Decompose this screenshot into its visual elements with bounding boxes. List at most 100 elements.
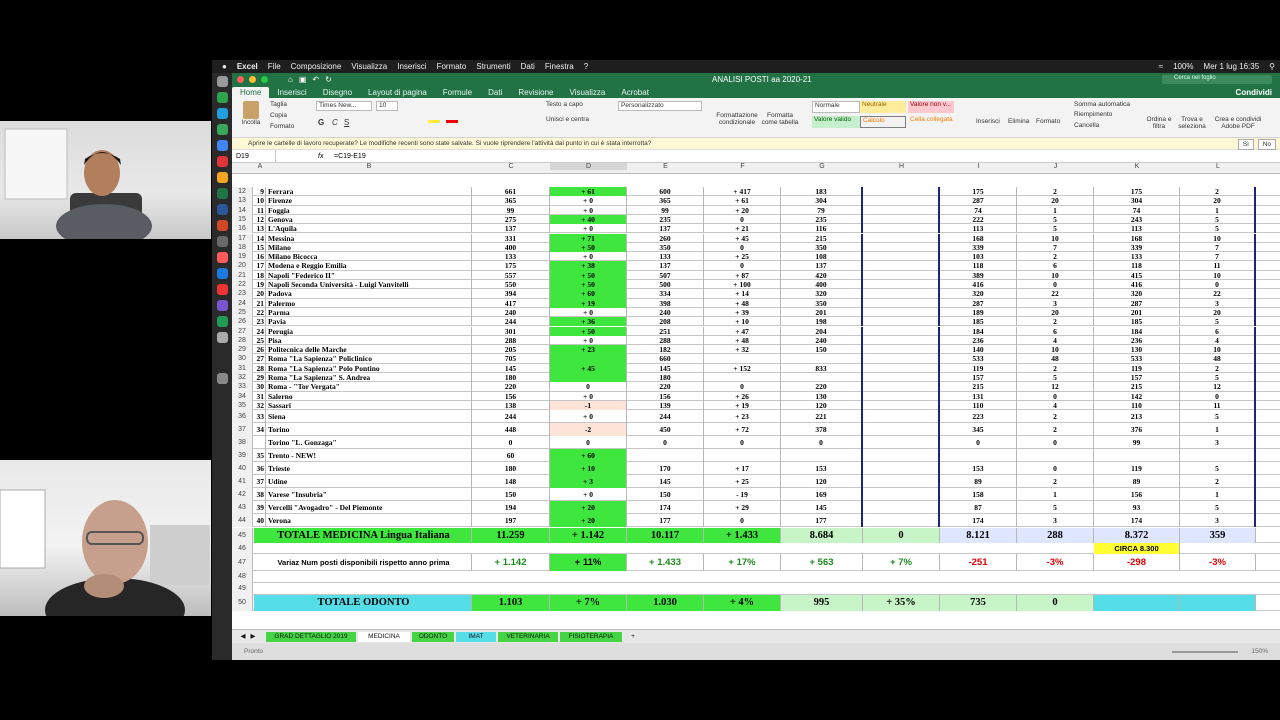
cell-j[interactable]: 20 — [1017, 307, 1094, 318]
sheet-tab[interactable]: ODONTO — [412, 632, 454, 642]
cell-e[interactable]: 177 — [627, 514, 704, 528]
conditional-format-button[interactable]: Formattazione condizionale — [716, 112, 758, 126]
cell-e[interactable]: 170 — [627, 462, 704, 476]
name-box[interactable]: D19 — [236, 150, 276, 163]
undo-icon[interactable]: ↶ — [312, 75, 319, 84]
cell-k[interactable]: -298 — [1094, 554, 1180, 572]
cell-h[interactable] — [863, 187, 940, 197]
cell-a[interactable]: 10 — [254, 196, 266, 206]
facetime-icon[interactable] — [216, 316, 228, 327]
cell-e[interactable]: 350 — [627, 242, 704, 253]
cell-a[interactable]: 28 — [254, 363, 266, 373]
adobe-pdf-button[interactable]: Crea e condividi Adobe PDF — [1212, 116, 1264, 130]
cell-i[interactable]: 153 — [940, 462, 1017, 476]
cell-i[interactable]: 185 — [940, 317, 1017, 327]
style-valore-non-valido[interactable]: Valore non v... — [908, 101, 954, 113]
cell-e[interactable] — [627, 449, 704, 463]
cell-b[interactable]: TOTALE ODONTO — [254, 595, 472, 612]
cell-l[interactable]: 5 — [1180, 224, 1256, 234]
row-number[interactable]: 26 — [232, 317, 253, 327]
cell-a[interactable]: 31 — [254, 391, 266, 401]
column-header-A[interactable]: A — [254, 163, 266, 170]
cell-k[interactable]: 415 — [1094, 270, 1180, 280]
cell-e[interactable]: 156 — [627, 391, 704, 401]
cell-d[interactable]: + 0 — [550, 224, 627, 234]
cell-k[interactable]: 174 — [1094, 514, 1180, 528]
cell-l[interactable]: 2 — [1180, 363, 1256, 373]
cell-k[interactable]: 99 — [1094, 436, 1180, 450]
row-number[interactable]: 25 — [232, 307, 253, 318]
cell-c[interactable]: 394 — [472, 289, 550, 299]
cell-b[interactable]: Foggia — [266, 205, 472, 215]
cell-h[interactable] — [863, 449, 940, 463]
apple-icon[interactable]: ● — [222, 62, 227, 71]
sheet-tab[interactable]: GRAD DETTAGLIO 2019 — [266, 632, 356, 642]
cell-g[interactable]: 183 — [781, 187, 863, 197]
cell-f[interactable]: + 39 — [704, 307, 781, 318]
cell-e[interactable]: 208 — [627, 317, 704, 327]
cell-j[interactable]: 3 — [1017, 298, 1094, 308]
cell-b[interactable]: Perugia — [266, 326, 472, 336]
cell-b[interactable]: Trieste — [266, 462, 472, 476]
cell-d[interactable] — [550, 354, 627, 364]
cell-b[interactable]: Napoli "Federico II" — [266, 270, 472, 280]
cell-d[interactable]: + 0 — [550, 391, 627, 401]
fx-icon[interactable]: fx — [318, 150, 323, 163]
cell-a[interactable]: 21 — [254, 298, 266, 308]
cell-h[interactable] — [863, 233, 940, 243]
cell-b[interactable]: Roma "La Sapienza" S. Andrea — [266, 373, 472, 383]
cell-d[interactable]: + 61 — [550, 187, 627, 197]
cell-l[interactable]: 1 — [1180, 423, 1256, 437]
row-number[interactable]: 30 — [232, 354, 253, 364]
cell-f[interactable]: + 417 — [704, 187, 781, 197]
cell-a[interactable]: 20 — [254, 289, 266, 299]
cell-a[interactable]: 22 — [254, 307, 266, 318]
cell-f[interactable]: + 20 — [704, 205, 781, 215]
cell-b[interactable]: Torino — [266, 423, 472, 437]
wrap-text-button[interactable]: Testo a capo — [546, 101, 583, 108]
cell-j[interactable]: 2 — [1017, 187, 1094, 197]
cell-g[interactable]: 137 — [781, 261, 863, 271]
cell-f[interactable]: - 19 — [704, 488, 781, 502]
cell-c[interactable]: 550 — [472, 280, 550, 290]
cell-a[interactable]: 23 — [254, 317, 266, 327]
cell-j[interactable] — [1017, 449, 1094, 463]
cell-k[interactable] — [1094, 449, 1180, 463]
cell-c[interactable]: 194 — [472, 501, 550, 515]
row-number[interactable]: 21 — [232, 270, 253, 280]
cell-j[interactable]: 2 — [1017, 252, 1094, 262]
cell-i[interactable]: -251 — [940, 554, 1017, 572]
cell-l[interactable]: 10 — [1180, 345, 1256, 355]
clock[interactable]: Mer 1 lug 16:35 — [1204, 62, 1260, 71]
row-number[interactable]: 49 — [232, 583, 253, 596]
cell-f[interactable]: + 48 — [704, 335, 781, 346]
cell-j[interactable]: 4 — [1017, 335, 1094, 346]
cell-i[interactable]: 223 — [940, 410, 1017, 424]
cell-l[interactable]: 3 — [1180, 514, 1256, 528]
column-header-J[interactable]: J — [1017, 163, 1094, 170]
cell-g[interactable]: 145 — [781, 501, 863, 515]
row-number[interactable]: 34 — [232, 391, 253, 401]
next-sheet-icon[interactable]: ▶ — [248, 632, 258, 642]
cell-k[interactable]: 119 — [1094, 363, 1180, 373]
cell-j[interactable]: 5 — [1017, 501, 1094, 515]
cell-a[interactable]: 19 — [254, 280, 266, 290]
cell-d[interactable]: -1 — [550, 400, 627, 411]
cell-j[interactable]: 5 — [1017, 224, 1094, 234]
sheet-tab[interactable]: VETERINARIA — [498, 632, 558, 642]
word-icon[interactable] — [216, 204, 228, 215]
cell-e[interactable]: 288 — [627, 335, 704, 346]
cell-d[interactable]: + 50 — [550, 270, 627, 280]
cell-d[interactable]: + 3 — [550, 475, 627, 489]
delete-cells-button[interactable]: Elimina — [1008, 118, 1029, 125]
row-number[interactable]: 17 — [232, 233, 253, 243]
cell-k[interactable]: 110 — [1094, 400, 1180, 411]
cell-l[interactable]: 7 — [1180, 252, 1256, 262]
cell-i[interactable]: 131 — [940, 391, 1017, 401]
row-number[interactable]: 44 — [232, 514, 253, 528]
cell-l[interactable]: 3 — [1180, 436, 1256, 450]
cell-f[interactable] — [704, 449, 781, 463]
style-valore-valido[interactable]: Valore valido — [812, 116, 860, 128]
menubar-app-name[interactable]: Excel — [237, 62, 258, 71]
prev-sheet-icon[interactable]: ◀ — [238, 632, 248, 642]
